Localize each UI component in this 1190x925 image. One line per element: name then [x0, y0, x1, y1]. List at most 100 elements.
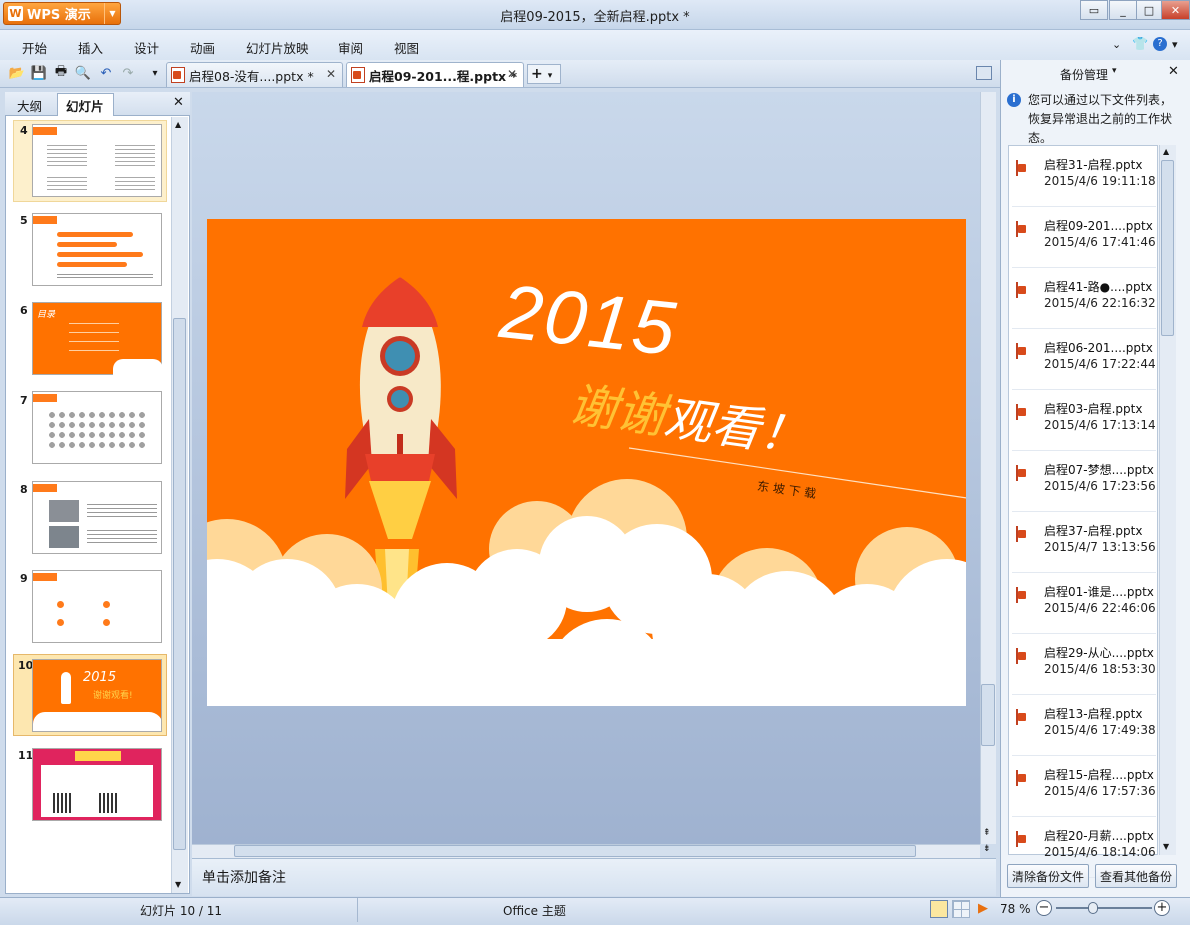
menu-view[interactable]: 视图: [394, 38, 419, 57]
tab-outline[interactable]: 大纲: [17, 96, 42, 115]
notes-placeholder: 单击添加备注: [202, 870, 286, 886]
zoom-out-icon[interactable]: −: [1036, 900, 1052, 916]
help-dropdown-icon[interactable]: ▾: [1172, 38, 1178, 51]
pptx-file-icon: [1016, 587, 1018, 603]
slide-thumbnail-6[interactable]: 目录: [32, 302, 163, 377]
backup-file-name: 启程15-启程....pptx: [1044, 768, 1154, 782]
backup-file-item[interactable]: 启程03-启程.pptx 2015/4/6 17:13:14: [1012, 391, 1156, 451]
menu-design[interactable]: 设计: [134, 38, 159, 57]
print-preview-icon[interactable]: 🔍: [74, 64, 92, 82]
window-layout-icon[interactable]: [976, 66, 992, 80]
thumb-toc-title: 目录: [37, 310, 56, 320]
tab-label: 启程09-201...程.pptx *: [369, 68, 517, 84]
prev-slide-icon[interactable]: ⇞: [983, 828, 991, 838]
backup-scroll-thumb[interactable]: [1161, 160, 1174, 336]
backup-file-item[interactable]: 启程13-启程.pptx 2015/4/6 17:49:38: [1012, 696, 1156, 756]
undo-icon[interactable]: ↶: [97, 64, 115, 82]
scrollbar-thumb[interactable]: [173, 318, 186, 850]
backup-file-name: 启程13-启程.pptx: [1044, 707, 1143, 721]
pptx-file-icon: [1016, 160, 1018, 176]
slide-thumbnail-10[interactable]: 2015 谢谢观看!: [32, 659, 162, 732]
backup-file-name: 启程09-201....pptx: [1044, 219, 1153, 233]
slide-thumbnail-8[interactable]: [32, 481, 162, 554]
maximize-button[interactable]: □: [1136, 0, 1162, 20]
backup-file-name: 启程41-路●....pptx: [1044, 280, 1153, 294]
backup-file-date: 2015/4/6 17:57:36: [1044, 784, 1156, 798]
help-icon[interactable]: ?: [1153, 37, 1167, 51]
menu-review[interactable]: 审阅: [338, 38, 363, 57]
backup-file-date: 2015/4/6 17:22:44: [1044, 357, 1156, 371]
clear-backup-button[interactable]: 清除备份文件: [1007, 864, 1089, 888]
slide-thumbnail-7[interactable]: [32, 391, 162, 464]
close-tab-icon[interactable]: ✕: [326, 67, 336, 81]
thumb-year: 2015: [83, 670, 117, 685]
scroll-up-icon[interactable]: ▲: [175, 120, 181, 129]
backup-file-item[interactable]: 启程15-启程....pptx 2015/4/6 17:57:36: [1012, 757, 1156, 817]
slide-year: 2015: [496, 268, 682, 373]
close-tab-icon[interactable]: ✕: [507, 67, 517, 81]
customize-toolbar-icon[interactable]: ▾: [146, 64, 164, 82]
chevron-down-icon[interactable]: ⌄: [1112, 38, 1121, 51]
backup-panel-title[interactable]: 备份管理: [1060, 66, 1108, 83]
print-icon[interactable]: 🖶: [52, 64, 70, 82]
menu-insert[interactable]: 插入: [78, 38, 103, 57]
scroll-up-icon[interactable]: ▲: [1163, 147, 1169, 156]
redo-icon[interactable]: ↷: [119, 64, 137, 82]
pptx-file-icon: [1016, 465, 1018, 481]
close-backup-panel-icon[interactable]: ✕: [1168, 64, 1179, 79]
slide-thumbnail-9[interactable]: [32, 570, 162, 643]
scroll-down-icon[interactable]: ▼: [175, 880, 181, 889]
tab-label: 启程08-没有....pptx *: [189, 68, 314, 84]
restore-ribbon-button[interactable]: ▭: [1080, 0, 1108, 20]
close-panel-icon[interactable]: ✕: [173, 95, 184, 110]
theme-name: Office 主题: [503, 904, 566, 918]
view-other-backups-button[interactable]: 查看其他备份: [1095, 864, 1177, 888]
menu-home[interactable]: 开始: [22, 38, 47, 57]
info-icon: i: [1007, 93, 1021, 107]
notes-area[interactable]: 单击添加备注: [192, 858, 996, 896]
backup-file-item[interactable]: 启程07-梦想....pptx 2015/4/6 17:23:56: [1012, 452, 1156, 512]
backup-file-item[interactable]: 启程31-启程.pptx 2015/4/6 19:11:18: [1012, 147, 1156, 207]
tab-slides[interactable]: 幻灯片: [66, 96, 104, 115]
backup-file-item[interactable]: 启程01-谁是....pptx 2015/4/6 22:46:06: [1012, 574, 1156, 634]
thanks-part-a: 谢谢: [565, 376, 669, 446]
panel-menu-icon[interactable]: ▾: [1112, 66, 1117, 76]
save-icon[interactable]: 💾: [30, 64, 48, 82]
pptx-file-icon: [1016, 221, 1018, 237]
next-slide-icon[interactable]: ⇟: [983, 844, 991, 854]
slide-thumbnail-4[interactable]: [32, 124, 162, 197]
zoom-in-icon[interactable]: +: [1154, 900, 1170, 916]
canvas-h-thumb[interactable]: [234, 845, 916, 857]
backup-file-date: 2015/4/6 22:16:32: [1044, 296, 1156, 310]
backup-file-item[interactable]: 启程37-启程.pptx 2015/4/7 13:13:56: [1012, 513, 1156, 573]
backup-file-date: 2015/4/6 18:53:30: [1044, 662, 1156, 676]
zoom-slider-handle[interactable]: [1088, 902, 1098, 914]
backup-file-item[interactable]: 启程29-从心....pptx 2015/4/6 18:53:30: [1012, 635, 1156, 695]
slide-number: 7: [20, 394, 28, 407]
tab-doc-09[interactable]: 启程09-201...程.pptx * ✕: [346, 62, 524, 87]
backup-file-name: 启程06-201....pptx: [1044, 341, 1153, 355]
menu-slideshow[interactable]: 幻灯片放映: [246, 38, 309, 57]
backup-file-item[interactable]: 启程06-201....pptx 2015/4/6 17:22:44: [1012, 330, 1156, 390]
slide-thumbnail-11[interactable]: [32, 748, 162, 821]
menu-animation[interactable]: 动画: [190, 38, 215, 57]
normal-view-icon[interactable]: [930, 900, 948, 918]
slide-sorter-view-icon[interactable]: [952, 900, 970, 918]
open-folder-icon[interactable]: 📂: [8, 64, 26, 82]
skin-shirt-icon[interactable]: 👕: [1132, 37, 1148, 52]
minimize-button[interactable]: _: [1109, 0, 1137, 20]
backup-file-item[interactable]: 启程09-201....pptx 2015/4/6 17:41:46: [1012, 208, 1156, 268]
close-button[interactable]: ✕: [1161, 0, 1190, 20]
pptx-file-icon: [1016, 282, 1018, 298]
zoom-slider-track[interactable]: [1056, 907, 1152, 909]
tab-doc-08[interactable]: 启程08-没有....pptx * ✕: [166, 62, 343, 87]
backup-file-item[interactable]: 启程41-路●....pptx 2015/4/6 22:16:32: [1012, 269, 1156, 329]
slide-thumbnail-5[interactable]: [32, 213, 162, 286]
new-tab-button[interactable]: + ▾: [527, 64, 561, 84]
pptx-file-icon: [1016, 648, 1018, 664]
backup-file-name: 启程07-梦想....pptx: [1044, 463, 1154, 477]
scroll-down-icon[interactable]: ▼: [1163, 842, 1169, 851]
slideshow-view-icon[interactable]: ▶: [974, 900, 992, 918]
canvas-v-thumb[interactable]: [981, 684, 995, 746]
current-slide[interactable]: 2015 谢谢观看！ 东 坡 下 载: [207, 219, 966, 706]
